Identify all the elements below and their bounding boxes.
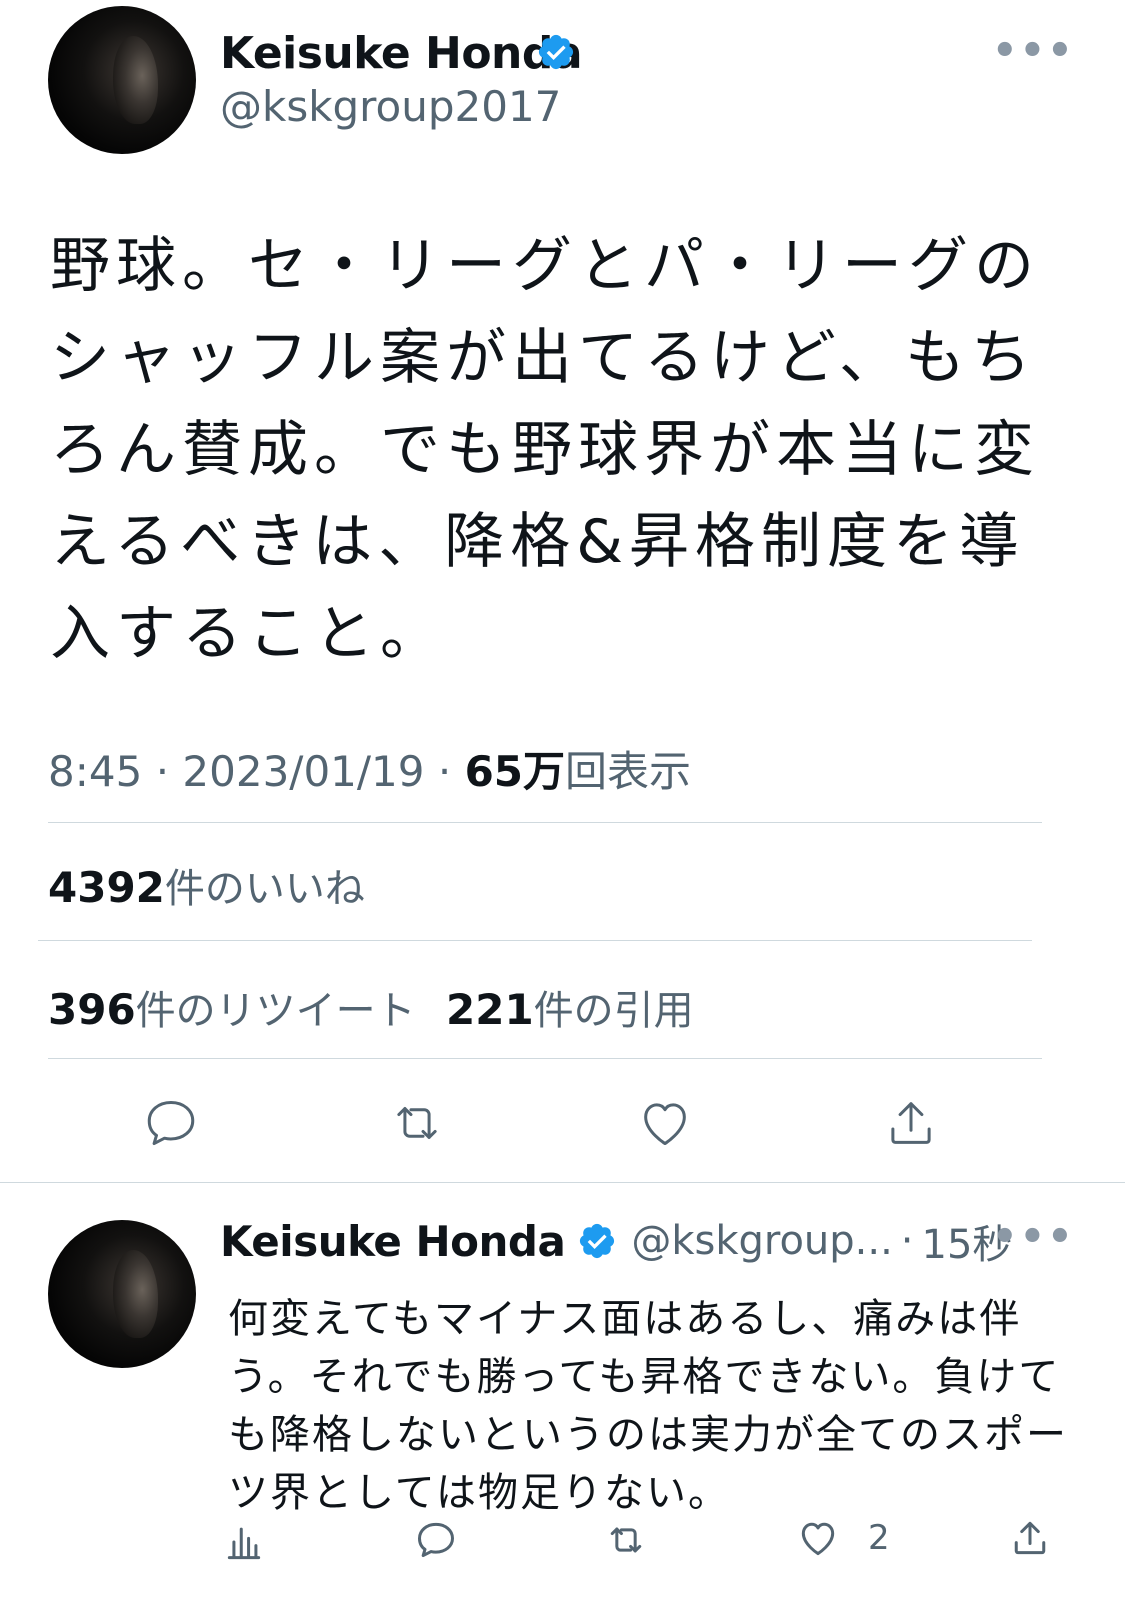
tweet-date: 2023/01/19 — [182, 747, 425, 796]
author-name[interactable]: Keisuke Honda — [220, 28, 583, 79]
divider — [48, 822, 1042, 823]
divider — [48, 1058, 1042, 1059]
author-avatar[interactable] — [48, 6, 196, 154]
tweet-meta: 8:45 · 2023/01/19 · 65万回表示 — [48, 738, 691, 799]
quotes-label: 件の引用 — [533, 988, 694, 1034]
author-handle[interactable]: @kskgroup2017 — [220, 82, 561, 131]
reply-like-button[interactable]: 2 — [796, 1516, 890, 1560]
heart-icon[interactable] — [636, 1094, 694, 1152]
share-icon[interactable] — [882, 1094, 940, 1152]
more-options-icon[interactable]: ••• — [992, 28, 1075, 74]
meta-separator: · — [155, 747, 170, 796]
analytics-icon[interactable] — [222, 1520, 266, 1564]
verified-badge-icon — [538, 34, 574, 70]
divider — [38, 940, 1032, 941]
retweets-count: 396 — [48, 985, 136, 1034]
likes-stat[interactable]: 4392件のいいね — [48, 856, 365, 914]
verified-badge-icon — [580, 1223, 615, 1259]
reply-like-count: 2 — [868, 1518, 890, 1558]
share-icon[interactable] — [1008, 1516, 1052, 1560]
reply-author-avatar[interactable] — [48, 1220, 196, 1368]
views-count: 65万 — [464, 747, 566, 796]
reply-author-handle[interactable]: @kskgroup... — [631, 1218, 892, 1264]
reply-author-name[interactable]: Keisuke Honda — [220, 1217, 566, 1266]
reply-text: 何変えてもマイナス面はあるし、痛みは伴う。それでも勝っても昇格できない。負けても… — [228, 1296, 1068, 1516]
more-options-icon[interactable]: ••• — [992, 1214, 1075, 1260]
reply-separator: · — [900, 1218, 914, 1264]
retweet-icon[interactable] — [388, 1094, 446, 1152]
reply-icon[interactable] — [414, 1518, 458, 1562]
reply-icon[interactable] — [142, 1094, 200, 1152]
quotes-stat[interactable]: 221件の引用 — [446, 978, 694, 1036]
avatar-photo — [113, 35, 158, 125]
likes-label: 件のいいね — [164, 866, 365, 912]
heart-icon — [796, 1516, 840, 1560]
retweets-label: 件のリツイート — [135, 988, 416, 1034]
views-label: 回表示 — [565, 747, 692, 796]
retweet-icon[interactable] — [604, 1518, 648, 1562]
tweet-text: 野球。セ・リーグとパ・リーグのシャッフル案が出てるけど、もちろん賛成。でも野球界… — [50, 231, 1040, 669]
reply-header: Keisuke Honda @kskgroup... · 15秒 — [220, 1212, 1012, 1270]
thread-divider — [0, 1182, 1125, 1183]
retweets-stat[interactable]: 396件のリツイート — [48, 978, 416, 1036]
meta-separator: · — [437, 747, 452, 796]
tweet-time: 8:45 — [48, 747, 143, 796]
quotes-count: 221 — [446, 985, 534, 1034]
likes-count: 4392 — [48, 863, 165, 912]
avatar-photo — [113, 1249, 158, 1339]
